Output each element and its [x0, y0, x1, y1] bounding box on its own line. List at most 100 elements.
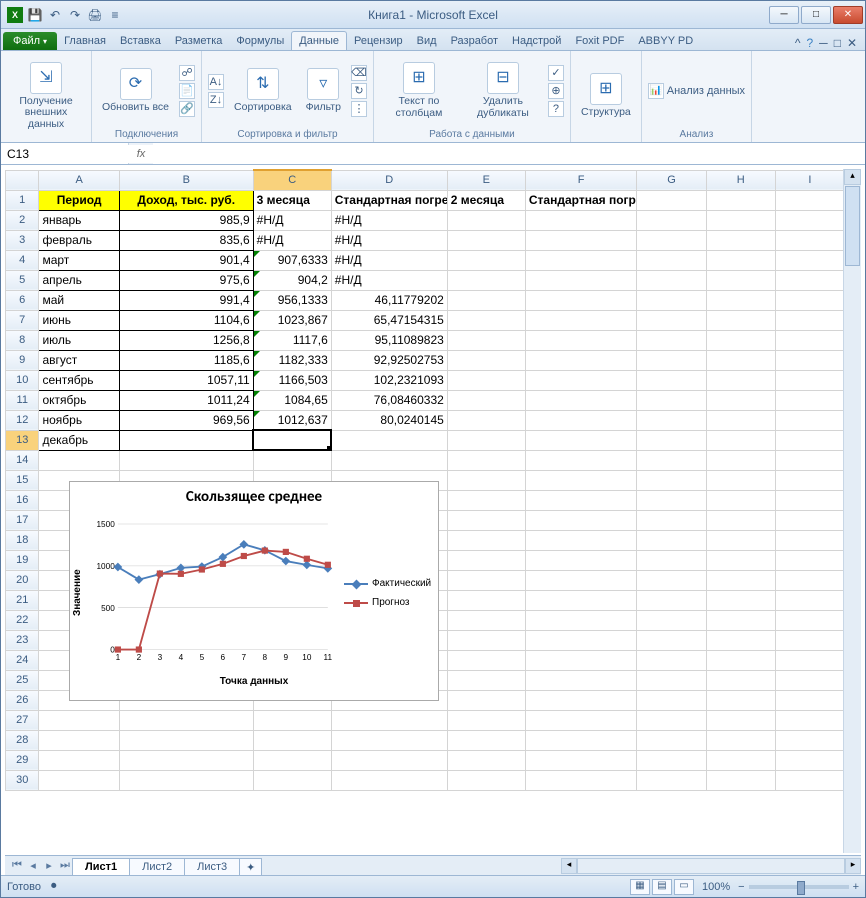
cell-I23[interactable] — [775, 630, 844, 650]
cell-F27[interactable] — [525, 710, 637, 730]
cell-H21[interactable] — [706, 590, 775, 610]
data-analysis-button[interactable]: 📊 Анализ данных — [648, 83, 745, 99]
row-header-18[interactable]: 18 — [6, 530, 39, 550]
col-header-B[interactable]: B — [119, 170, 253, 190]
cell-H12[interactable] — [706, 410, 775, 430]
row-header-29[interactable]: 29 — [6, 750, 39, 770]
edit-links-icon[interactable]: 🔗 — [179, 101, 195, 117]
cell-F30[interactable] — [525, 770, 637, 790]
cell-E6[interactable] — [447, 290, 525, 310]
tab-foxit[interactable]: Foxit PDF — [568, 32, 631, 50]
tab-layout[interactable]: Разметка — [168, 32, 230, 50]
sheet-nav-first-icon[interactable]: ⏮ — [9, 859, 25, 872]
cell-E8[interactable] — [447, 330, 525, 350]
page-layout-view-icon[interactable]: ▤ — [652, 879, 672, 895]
cell-D11[interactable]: 76,08460332 — [331, 390, 447, 410]
file-tab[interactable]: Файл — [3, 32, 57, 50]
row-header-12[interactable]: 12 — [6, 410, 39, 430]
cell-B13[interactable] — [119, 430, 253, 450]
cell-D10[interactable]: 102,2321093 — [331, 370, 447, 390]
sheet-nav-prev-icon[interactable]: ◂ — [25, 859, 41, 872]
cell-C4[interactable]: 907,6333 — [253, 250, 331, 270]
cell-I11[interactable] — [775, 390, 844, 410]
cell-H26[interactable] — [706, 690, 775, 710]
cell-E20[interactable] — [447, 570, 525, 590]
cell-A27[interactable] — [39, 710, 119, 730]
cell-A14[interactable] — [39, 450, 119, 470]
cell-F8[interactable] — [525, 330, 637, 350]
cell-G10[interactable] — [637, 370, 706, 390]
cell-A13[interactable]: декабрь — [39, 430, 119, 450]
row-header-7[interactable]: 7 — [6, 310, 39, 330]
page-break-view-icon[interactable]: ▭ — [674, 879, 694, 895]
get-external-data-button[interactable]: ⇲ Получение внешних данных — [7, 60, 85, 133]
cell-C7[interactable]: 1023,867 — [253, 310, 331, 330]
cell-G17[interactable] — [637, 510, 706, 530]
cell-C30[interactable] — [253, 770, 331, 790]
consolidate-icon[interactable]: ⊕ — [548, 83, 564, 99]
tab-addins[interactable]: Надстрой — [505, 32, 568, 50]
cell-I27[interactable] — [775, 710, 844, 730]
cell-E5[interactable] — [447, 270, 525, 290]
row-header-15[interactable]: 15 — [6, 470, 39, 490]
cell-C12[interactable]: 1012,637 — [253, 410, 331, 430]
hscroll-right-icon[interactable]: ▸ — [845, 858, 861, 874]
cell-I28[interactable] — [775, 730, 844, 750]
cell-A12[interactable]: ноябрь — [39, 410, 119, 430]
normal-view-icon[interactable]: ▦ — [630, 879, 650, 895]
cell-H30[interactable] — [706, 770, 775, 790]
cell-F9[interactable] — [525, 350, 637, 370]
cell-G5[interactable] — [637, 270, 706, 290]
cell-D4[interactable]: #Н/Д — [331, 250, 447, 270]
cell-C27[interactable] — [253, 710, 331, 730]
cell-G27[interactable] — [637, 710, 706, 730]
cell-H9[interactable] — [706, 350, 775, 370]
cell-H29[interactable] — [706, 750, 775, 770]
row-header-2[interactable]: 2 — [6, 210, 39, 230]
cell-B27[interactable] — [119, 710, 253, 730]
cell-E17[interactable] — [447, 510, 525, 530]
cell-B30[interactable] — [119, 770, 253, 790]
cell-F17[interactable] — [525, 510, 637, 530]
cell-I1[interactable] — [775, 190, 844, 210]
qat-customize-icon[interactable]: ≡ — [106, 6, 124, 24]
cell-A4[interactable]: март — [39, 250, 119, 270]
cell-F2[interactable] — [525, 210, 637, 230]
cell-I9[interactable] — [775, 350, 844, 370]
cell-A10[interactable]: сентябрь — [39, 370, 119, 390]
remove-duplicates-button[interactable]: ⊟ Удалить дубликаты — [464, 60, 542, 121]
cell-G30[interactable] — [637, 770, 706, 790]
cell-G1[interactable] — [637, 190, 706, 210]
qat-print-icon[interactable]: 🖨 — [86, 6, 104, 24]
doc-minimize-icon[interactable]: ─ — [819, 36, 828, 50]
row-header-28[interactable]: 28 — [6, 730, 39, 750]
cell-C2[interactable]: #Н/Д — [253, 210, 331, 230]
cell-F28[interactable] — [525, 730, 637, 750]
cell-F3[interactable] — [525, 230, 637, 250]
qat-redo-icon[interactable]: ↷ — [66, 6, 84, 24]
cell-I10[interactable] — [775, 370, 844, 390]
cell-I13[interactable] — [775, 430, 844, 450]
help-icon[interactable]: ? — [806, 36, 813, 50]
cell-I26[interactable] — [775, 690, 844, 710]
cell-C6[interactable]: 956,1333 — [253, 290, 331, 310]
cell-E13[interactable] — [447, 430, 525, 450]
cell-A5[interactable]: апрель — [39, 270, 119, 290]
cell-E10[interactable] — [447, 370, 525, 390]
col-header-H[interactable]: H — [706, 170, 775, 190]
worksheet-area[interactable]: ABCDEFGHI1ПериодДоход, тыс. руб.3 месяца… — [5, 169, 861, 853]
cell-E19[interactable] — [447, 550, 525, 570]
cell-H25[interactable] — [706, 670, 775, 690]
cell-D28[interactable] — [331, 730, 447, 750]
cell-E23[interactable] — [447, 630, 525, 650]
cell-H18[interactable] — [706, 530, 775, 550]
qat-save-icon[interactable]: 💾 — [26, 6, 44, 24]
new-sheet-button[interactable]: ✦ — [239, 858, 262, 876]
clear-filter-icon[interactable]: ⌫ — [351, 65, 367, 81]
sheet-nav-last-icon[interactable]: ⏭ — [57, 859, 73, 872]
row-header-25[interactable]: 25 — [6, 670, 39, 690]
cell-I7[interactable] — [775, 310, 844, 330]
cell-B28[interactable] — [119, 730, 253, 750]
cell-B11[interactable]: 1011,24 — [119, 390, 253, 410]
row-header-6[interactable]: 6 — [6, 290, 39, 310]
